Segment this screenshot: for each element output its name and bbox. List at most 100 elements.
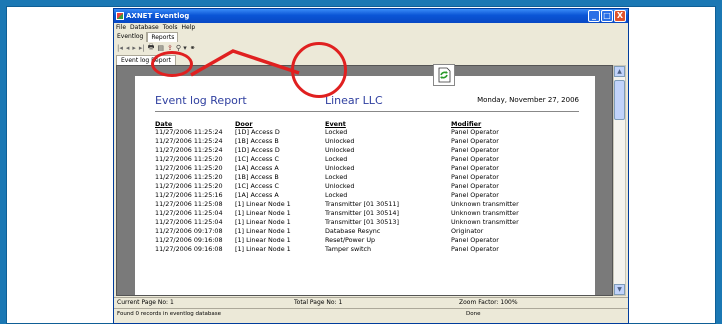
cell-event: Locked	[325, 155, 348, 163]
cell-modifier: Panel Operator	[451, 137, 499, 145]
table-row: 11/27/2006 11:25:20 [1C] Access C Unlocked…	[155, 182, 575, 191]
menu-database[interactable]: Database	[130, 23, 159, 32]
cell-event: Unlocked	[325, 146, 355, 154]
cell-door: [1A] Access A	[235, 164, 279, 172]
tab-reports[interactable]: Reports	[147, 32, 179, 42]
maximize-button[interactable]: □	[601, 10, 613, 22]
current-page-status: Current Page No: 1	[117, 299, 174, 306]
callout-line	[190, 49, 300, 77]
column-header-date: Date	[155, 120, 173, 128]
first-page-icon[interactable]: |◂	[117, 44, 123, 52]
menu-bar: File Database Tools Help	[114, 23, 628, 32]
cell-event: Reset/Power Up	[325, 236, 376, 244]
cell-door: [1B] Access B	[235, 137, 279, 145]
scroll-down-icon[interactable]: ▼	[614, 284, 625, 295]
table-row: 11/27/2006 11:25:24 [1B] Access B Unlocked…	[155, 137, 575, 146]
cell-event: Locked	[325, 128, 348, 136]
cell-date: 11/27/2006 09:17:08	[155, 227, 223, 235]
table-row: 11/27/2006 09:16:08 [1] Linear Node 1 Tamp…	[155, 245, 575, 254]
cell-date: 11/27/2006 11:25:24	[155, 146, 223, 154]
report-page: Event log Report Linear LLC Monday, Nove…	[135, 76, 595, 295]
cell-modifier: Panel Operator	[451, 146, 499, 154]
prev-page-icon[interactable]: ◂	[126, 44, 130, 52]
refresh-icon[interactable]	[433, 64, 455, 86]
table-row: 11/27/2006 11:25:20 [1A] Access A Unlocked…	[155, 164, 575, 173]
table-row: 11/27/2006 11:25:24 [1D] Access D Locked Pa…	[155, 128, 575, 137]
cell-event: Tamper switch	[325, 245, 372, 253]
cell-date: 11/27/2006 11:25:08	[155, 200, 223, 208]
cell-modifier: Panel Operator	[451, 164, 499, 172]
cell-modifier: Panel Operator	[451, 236, 499, 244]
cell-modifier: Originator	[451, 227, 484, 235]
cell-date: 11/27/2006 11:25:20	[155, 173, 223, 181]
cell-modifier: Panel Operator	[451, 191, 499, 199]
cell-door: [1D] Access D	[235, 128, 280, 136]
print-icon[interactable]: 🖶	[148, 43, 155, 54]
cell-event: Locked	[325, 173, 348, 181]
cell-event: Transmitter [01 30513]	[325, 218, 399, 226]
report-title: Event log Report	[155, 94, 247, 107]
cell-date: 11/27/2006 11:25:20	[155, 155, 223, 163]
cell-door: [1] Linear Node 1	[235, 200, 291, 208]
cell-date: 11/27/2006 11:25:16	[155, 191, 223, 199]
cell-modifier: Unknown transmitter	[451, 200, 519, 208]
outer-frame: AXNET Eventlog _ □ X File Database Tools…	[6, 6, 716, 324]
report-rows: 11/27/2006 11:25:24 [1D] Access D Locked Pa…	[155, 128, 575, 254]
cell-date: 11/27/2006 11:25:24	[155, 128, 223, 136]
cell-door: [1] Linear Node 1	[235, 227, 291, 235]
table-row: 11/27/2006 09:17:08 [1] Linear Node 1 Data…	[155, 227, 575, 236]
cell-modifier: Panel Operator	[451, 182, 499, 190]
cell-modifier: Panel Operator	[451, 128, 499, 136]
menu-help[interactable]: Help	[181, 23, 195, 32]
table-row: 11/27/2006 11:25:04 [1] Linear Node 1 Tran…	[155, 218, 575, 227]
table-row: 11/27/2006 11:25:16 [1A] Access A Locked Pa…	[155, 191, 575, 200]
window-title: AXNET Eventlog	[126, 12, 190, 20]
page-setup-icon[interactable]: ▤	[157, 44, 164, 52]
page-status-bar: Current Page No: 1 Total Page No: 1 Zoom…	[114, 297, 628, 307]
scroll-up-icon[interactable]: ▲	[614, 66, 625, 77]
cell-date: 11/27/2006 11:25:24	[155, 137, 223, 145]
cell-door: [1C] Access C	[235, 155, 279, 163]
cell-event: Transmitter [01 30511]	[325, 200, 399, 208]
cell-modifier: Unknown transmitter	[451, 218, 519, 226]
status-bar: Found 0 records in eventlog database Don…	[114, 308, 628, 318]
cell-modifier: Panel Operator	[451, 245, 499, 253]
table-row: 11/27/2006 11:25:20 [1B] Access B Locked Pa…	[155, 173, 575, 182]
table-row: 11/27/2006 11:25:20 [1C] Access C Locked Pa…	[155, 155, 575, 164]
title-bar[interactable]: AXNET Eventlog _ □ X	[114, 9, 628, 23]
cell-door: [1] Linear Node 1	[235, 209, 291, 217]
zoom-status: Zoom Factor: 100%	[459, 299, 518, 306]
report-viewer[interactable]: Event log Report Linear LLC Monday, Nove…	[116, 65, 613, 296]
cell-door: [1B] Access B	[235, 173, 279, 181]
cell-modifier: Unknown transmitter	[451, 209, 519, 217]
cell-door: [1] Linear Node 1	[235, 245, 291, 253]
cell-door: [1] Linear Node 1	[235, 236, 291, 244]
cell-door: [1C] Access C	[235, 182, 279, 190]
report-date: Monday, November 27, 2006	[477, 96, 579, 104]
table-row: 11/27/2006 11:25:04 [1] Linear Node 1 Tran…	[155, 209, 575, 218]
close-button[interactable]: X	[614, 10, 626, 22]
cell-event: Locked	[325, 191, 348, 199]
minimize-button[interactable]: _	[588, 10, 600, 22]
cell-date: 11/27/2006 11:25:04	[155, 218, 223, 226]
report-company: Linear LLC	[325, 94, 383, 107]
tab-eventlog[interactable]: Eventlog	[114, 32, 148, 42]
column-header-event: Event	[325, 120, 346, 128]
cell-event: Unlocked	[325, 137, 355, 145]
vertical-scrollbar[interactable]: ▲ ▼	[613, 65, 626, 296]
table-row: 11/27/2006 11:25:08 [1] Linear Node 1 Tran…	[155, 200, 575, 209]
cell-event: Transmitter [01 30514]	[325, 209, 399, 217]
menu-tools[interactable]: Tools	[163, 23, 178, 32]
table-row: 11/27/2006 11:25:24 [1D] Access D Unlocked…	[155, 146, 575, 155]
cell-modifier: Panel Operator	[451, 173, 499, 181]
scroll-thumb[interactable]	[614, 80, 625, 120]
next-page-icon[interactable]: ▸	[132, 44, 136, 52]
menu-file[interactable]: File	[116, 23, 126, 32]
cell-event: Unlocked	[325, 182, 355, 190]
cell-door: [1A] Access A	[235, 191, 279, 199]
cell-date: 11/27/2006 11:25:04	[155, 209, 223, 217]
cell-event: Database Resync	[325, 227, 381, 235]
header-divider	[155, 111, 579, 112]
cell-event: Unlocked	[325, 164, 355, 172]
last-page-icon[interactable]: ▸|	[139, 44, 145, 52]
